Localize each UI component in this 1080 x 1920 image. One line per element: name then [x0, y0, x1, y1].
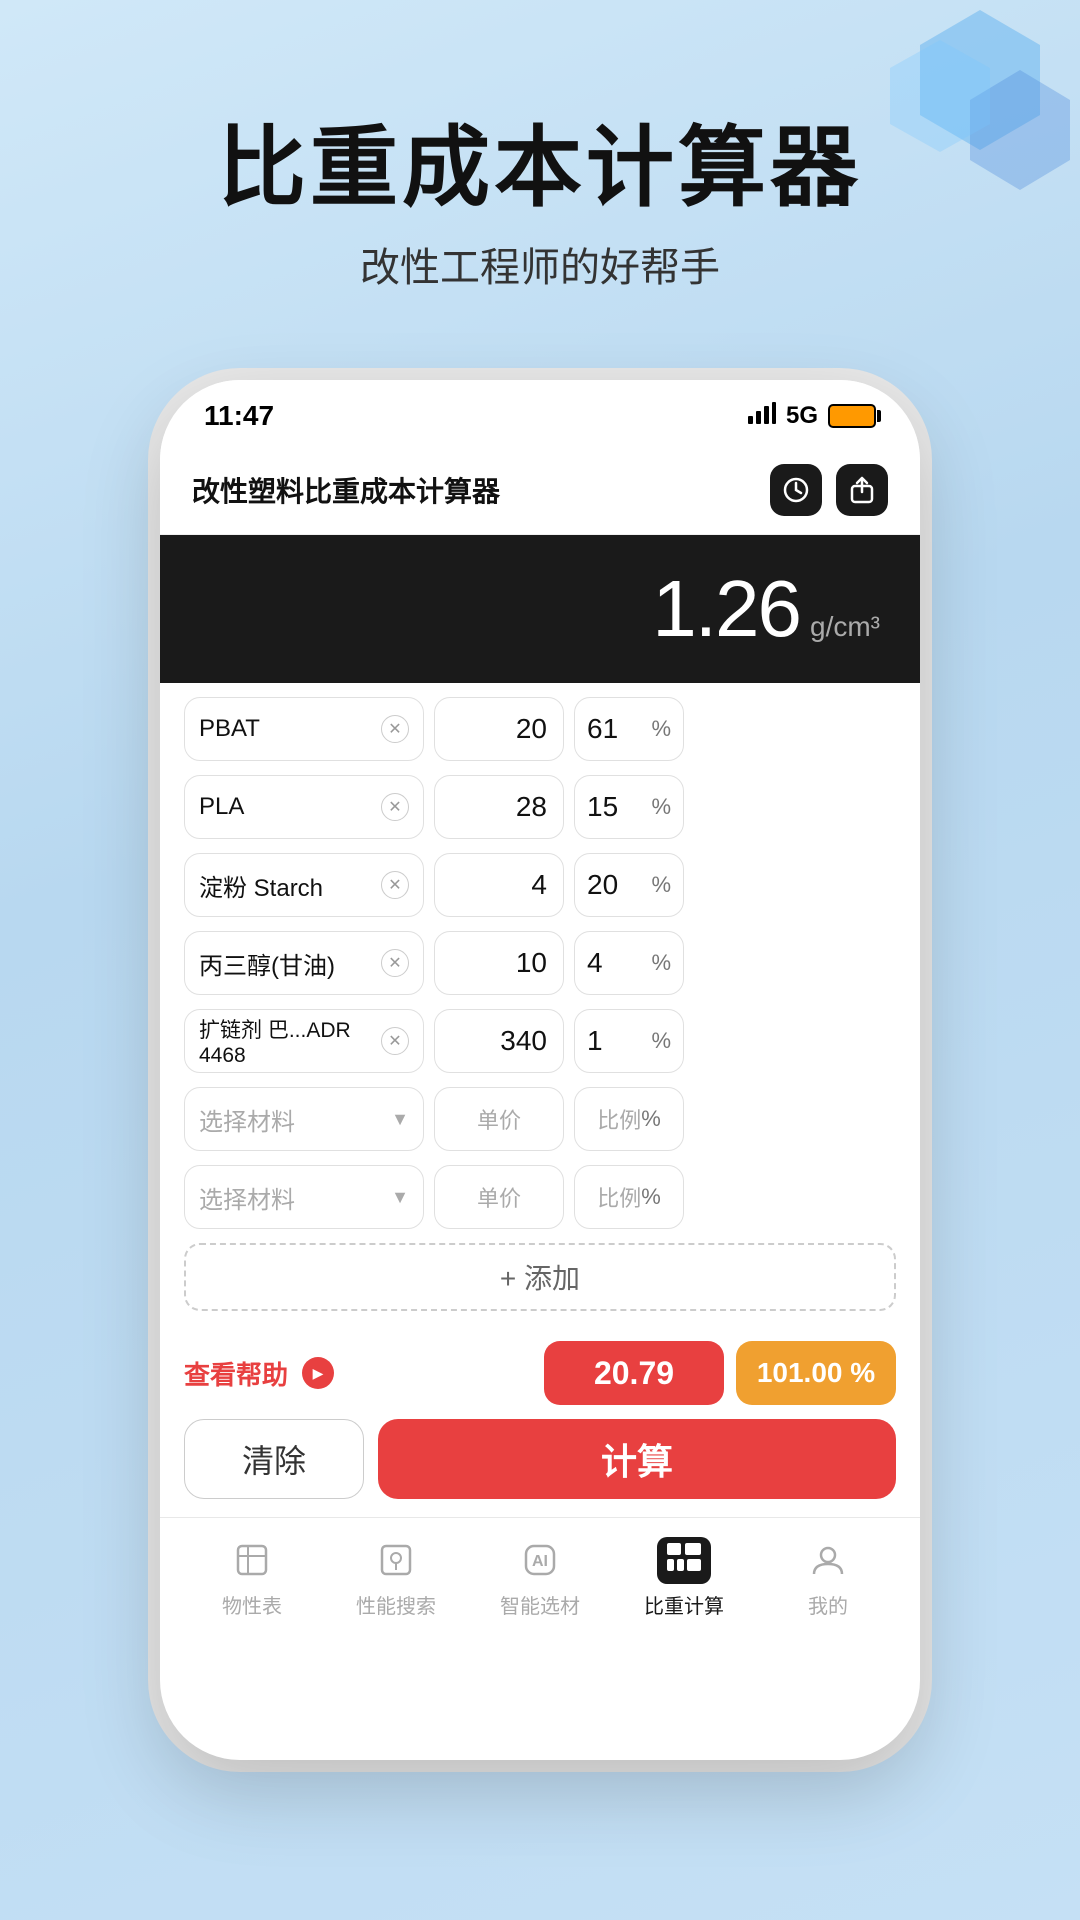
nav-label-profile: 我的: [808, 1590, 848, 1619]
remove-ingredient-5[interactable]: ✕: [381, 1027, 409, 1055]
bottom-nav: 物性表 性能搜索 AI 智能选材 比重计算: [160, 1517, 920, 1637]
ingredient-row-4: 丙三醇(甘油) ✕ 10 4 %: [184, 931, 896, 995]
ingredient-pct-2[interactable]: 15 %: [574, 775, 684, 839]
material-dropdown-2[interactable]: 选择材料 ▼: [184, 1165, 424, 1229]
dropdown-row-1: 选择材料 ▼ 单价 比例 %: [184, 1087, 896, 1151]
ingredient-name-1[interactable]: PBAT ✕: [184, 697, 424, 761]
action-row: 清除 计算: [184, 1419, 896, 1499]
nav-icon-profile: [804, 1536, 852, 1584]
price-input-2[interactable]: 单价: [434, 1165, 564, 1229]
ingredient-price-1[interactable]: 20: [434, 697, 564, 761]
price-input-1[interactable]: 单价: [434, 1087, 564, 1151]
result-display: 1.26 g/cm³: [160, 535, 920, 683]
ingredient-price-2[interactable]: 28: [434, 775, 564, 839]
svg-text:AI: AI: [532, 1553, 548, 1570]
signal-icon: [748, 402, 776, 430]
help-row: 查看帮助 ▶ 20.79 101.00 %: [184, 1341, 896, 1405]
app-header-title: 改性塑料比重成本计算器: [192, 470, 500, 510]
battery-icon: [828, 404, 876, 428]
remove-ingredient-4[interactable]: ✕: [381, 949, 409, 977]
ingredient-name-2[interactable]: PLA ✕: [184, 775, 424, 839]
nav-icon-properties: [228, 1536, 276, 1584]
status-icons: 5G: [748, 402, 876, 430]
nav-item-calc[interactable]: 比重计算: [612, 1536, 756, 1619]
ingredient-row-1: PBAT ✕ 20 61 %: [184, 697, 896, 761]
nav-label-ai: 智能选材: [500, 1590, 580, 1619]
nav-item-search[interactable]: 性能搜索: [324, 1536, 468, 1619]
help-label[interactable]: 查看帮助: [184, 1355, 288, 1392]
ingredient-pct-4[interactable]: 4 %: [574, 931, 684, 995]
nav-label-search: 性能搜索: [356, 1590, 436, 1619]
remove-ingredient-2[interactable]: ✕: [381, 793, 409, 821]
remove-ingredient-3[interactable]: ✕: [381, 871, 409, 899]
cost-result: 20.79: [544, 1341, 724, 1405]
nav-item-properties[interactable]: 物性表: [180, 1536, 324, 1619]
bottom-section: 查看帮助 ▶ 20.79 101.00 % 清除 计算: [160, 1325, 920, 1517]
material-dropdown-1[interactable]: 选择材料 ▼: [184, 1087, 424, 1151]
add-ingredient-button[interactable]: + 添加: [184, 1243, 896, 1311]
clear-button[interactable]: 清除: [184, 1419, 364, 1499]
ingredient-name-5[interactable]: 扩链剂 巴...ADR 4468 ✕: [184, 1009, 424, 1073]
app-sub-title: 改性工程师的好帮手: [0, 235, 1080, 293]
pct-input-2[interactable]: 比例 %: [574, 1165, 684, 1229]
hero-section: 比重成本计算器 改性工程师的好帮手: [0, 120, 1080, 293]
phone-mockup: 11:47 5G 改性塑料比重成本计算器: [160, 380, 920, 1760]
nav-icon-search: [372, 1536, 420, 1584]
ingredient-price-3[interactable]: 4: [434, 853, 564, 917]
ingredient-name-3[interactable]: 淀粉 Starch ✕: [184, 853, 424, 917]
ingredient-price-5[interactable]: 340: [434, 1009, 564, 1073]
ingredient-name-4[interactable]: 丙三醇(甘油) ✕: [184, 931, 424, 995]
ingredient-row-2: PLA ✕ 28 15 %: [184, 775, 896, 839]
nav-label-properties: 物性表: [222, 1590, 282, 1619]
nav-item-profile[interactable]: 我的: [756, 1536, 900, 1619]
ingredients-list: PBAT ✕ 20 61 % PLA ✕ 28 15 %: [160, 683, 920, 1325]
dropdown-row-2: 选择材料 ▼ 单价 比例 %: [184, 1165, 896, 1229]
history-button[interactable]: [770, 464, 822, 516]
app-main-title: 比重成本计算器: [0, 120, 1080, 217]
ingredient-price-4[interactable]: 10: [434, 931, 564, 995]
nav-item-ai[interactable]: AI 智能选材: [468, 1536, 612, 1619]
ingredient-pct-1[interactable]: 61 %: [574, 697, 684, 761]
app-header: 改性塑料比重成本计算器: [160, 452, 920, 535]
status-time: 11:47: [204, 400, 274, 432]
ingredient-pct-3[interactable]: 20 %: [574, 853, 684, 917]
share-button[interactable]: [836, 464, 888, 516]
nav-label-calc: 比重计算: [644, 1590, 724, 1619]
header-icon-group: [770, 464, 888, 516]
result-unit: g/cm³: [810, 611, 880, 643]
pct-input-1[interactable]: 比例 %: [574, 1087, 684, 1151]
remove-ingredient-1[interactable]: ✕: [381, 715, 409, 743]
status-bar: 11:47 5G: [160, 380, 920, 452]
nav-icon-calc: [660, 1536, 708, 1584]
ingredient-row-3: 淀粉 Starch ✕ 4 20 %: [184, 853, 896, 917]
ingredient-row-5: 扩链剂 巴...ADR 4468 ✕ 340 1 %: [184, 1009, 896, 1073]
result-value: 1.26: [652, 563, 800, 655]
nav-icon-ai: AI: [516, 1536, 564, 1584]
ratio-result: 101.00 %: [736, 1341, 896, 1405]
network-label: 5G: [786, 402, 818, 430]
ingredient-pct-5[interactable]: 1 %: [574, 1009, 684, 1073]
calculate-button[interactable]: 计算: [378, 1419, 896, 1499]
help-play-button[interactable]: ▶: [302, 1357, 334, 1389]
